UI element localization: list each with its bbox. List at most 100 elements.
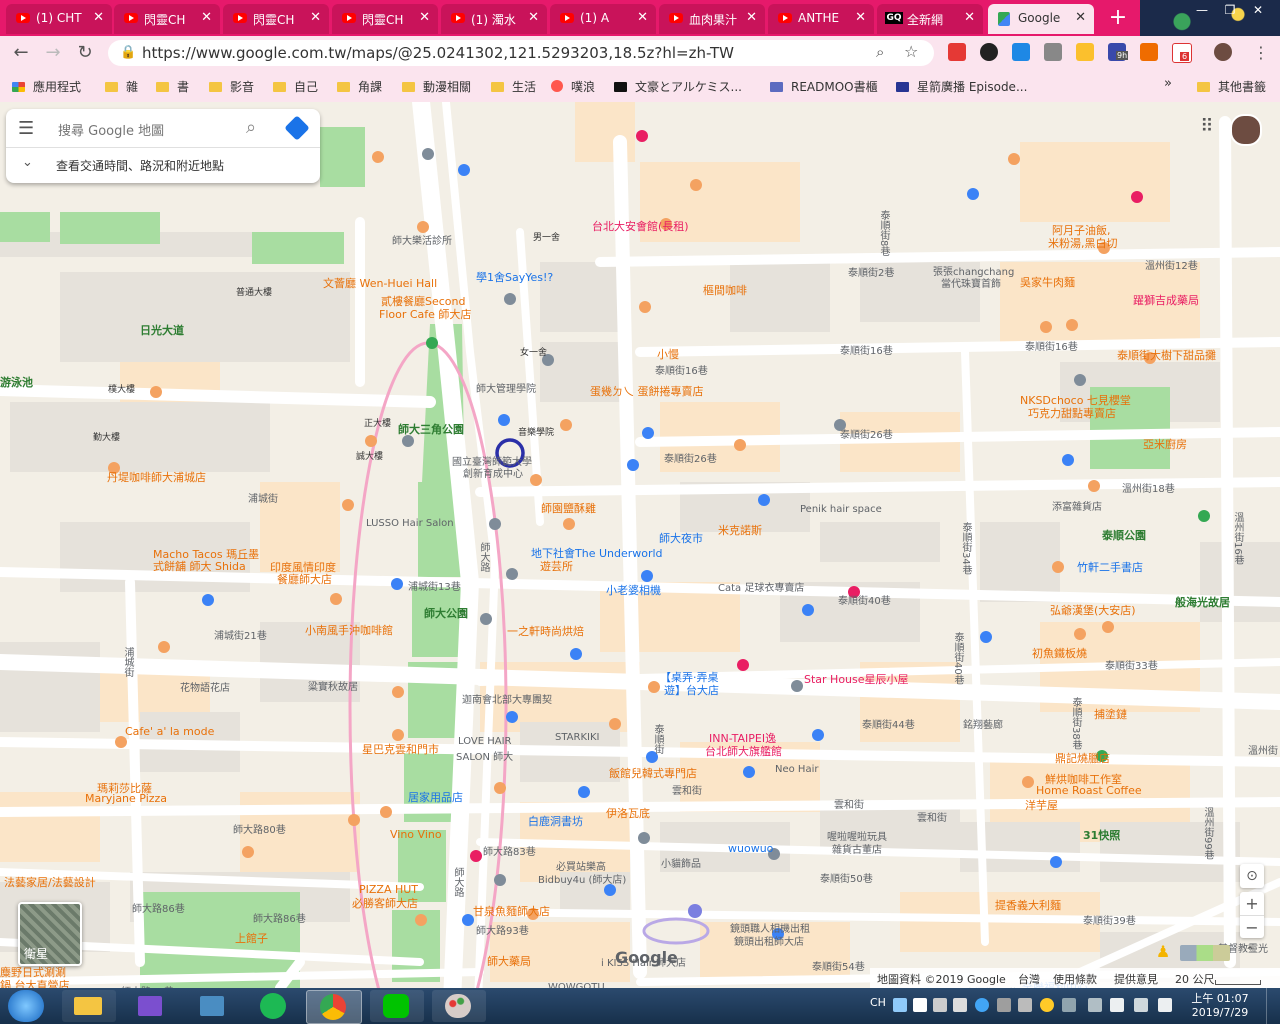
map-place-label[interactable]: wuowuo xyxy=(728,842,773,855)
map-place-label[interactable]: 小南風手沖咖啡館 xyxy=(305,622,393,638)
minimize-icon[interactable]: — xyxy=(1188,0,1216,20)
map-place-label[interactable]: 竹軒二手書店 xyxy=(1077,559,1143,575)
terms-link[interactable]: 使用條款 xyxy=(1053,971,1097,987)
map-place-label[interactable]: 泰順街40巷 xyxy=(838,592,891,607)
extension-ghost-icon[interactable] xyxy=(980,43,998,61)
volume-icon[interactable] xyxy=(1158,998,1172,1012)
map-place-label[interactable]: 師大公園 xyxy=(424,605,468,621)
map-place-label[interactable]: STARKIKI xyxy=(555,732,599,743)
account-avatar[interactable] xyxy=(1230,114,1262,146)
bookmark-bungo[interactable]: 文豪とアルケミス... xyxy=(614,78,742,95)
map-place-label[interactable]: 花物語花店 xyxy=(180,679,230,694)
bookmark-star-icon[interactable]: ☆ xyxy=(904,42,918,61)
map-place-label[interactable]: Cata 足球衣專賣店 xyxy=(718,579,804,594)
forward-arrow-icon[interactable]: → xyxy=(40,40,66,66)
tab-9[interactable]: GQ 全新網 ✕ xyxy=(877,4,983,34)
map-place-label[interactable]: 31快照 xyxy=(1083,827,1120,843)
menu-kebab-icon[interactable]: ⋮ xyxy=(1248,40,1274,66)
file-explorer-icon[interactable] xyxy=(62,990,116,1022)
ime-options-icon[interactable] xyxy=(997,998,1011,1012)
bookmark-podcast[interactable]: 星箭廣播 Episode... xyxy=(896,78,1027,95)
map-place-label[interactable]: 添富雜貨店 xyxy=(1052,498,1102,513)
close-icon[interactable]: ✕ xyxy=(419,10,430,25)
tray-expand-icon[interactable] xyxy=(1018,998,1032,1012)
map-place-label[interactable]: 弘爺漢堡(大安店) xyxy=(1050,602,1136,618)
clock[interactable]: 上午 01:07 2019/7/29 xyxy=(1188,990,1252,1019)
scale-label[interactable]: 20 公尺 xyxy=(1175,971,1215,987)
map-place-label[interactable]: LUSSO Hair Salon xyxy=(366,518,454,529)
bookmark-folder-7[interactable]: 生活 xyxy=(491,78,536,95)
map-place-label[interactable]: 遊】台大店 xyxy=(664,682,719,698)
map-place-label[interactable]: 溫州街12巷 xyxy=(1145,257,1198,272)
map-place-label[interactable]: 餐廳師大店 xyxy=(277,571,332,587)
map-place-label[interactable]: 居家用品店 xyxy=(408,789,463,805)
extension-calendar-icon[interactable]: 9h xyxy=(1108,43,1129,61)
map-place-label[interactable]: 正大樓 xyxy=(364,416,391,429)
close-icon[interactable]: ✕ xyxy=(93,10,104,25)
tab-8[interactable]: ANTHE ✕ xyxy=(768,4,874,34)
map-place-label[interactable]: 泰順街26巷 xyxy=(664,450,717,465)
map-place-label[interactable]: 師大藥局 xyxy=(487,953,531,969)
map-place-label[interactable]: 初魚鐵板燒 xyxy=(1032,645,1087,661)
bookmark-plurk[interactable]: 噗浪 xyxy=(551,78,595,95)
bookmark-folder-5[interactable]: 角課 xyxy=(337,78,382,95)
map-place-label[interactable]: 師大路86巷 xyxy=(132,900,185,915)
map-place-label[interactable]: 泰順街44巷 xyxy=(862,716,915,731)
chevron-down-icon[interactable]: ⌄ xyxy=(22,155,33,170)
map-place-label[interactable]: 般海光故居 xyxy=(1175,594,1230,610)
tab-10-active[interactable]: Google ✕ xyxy=(988,4,1094,34)
help-icon[interactable] xyxy=(975,998,989,1012)
map-place-label[interactable]: Vino Vino xyxy=(390,828,442,841)
input-mode-icon[interactable] xyxy=(913,998,927,1012)
map-place-label[interactable]: 泰順街39巷 xyxy=(1083,912,1136,927)
restore-icon[interactable]: ❐ xyxy=(1216,0,1244,20)
map-place-label[interactable]: 一之軒時尚烘焙 xyxy=(507,623,584,639)
pegman-icon[interactable]: ♟ xyxy=(1152,942,1174,964)
map-place-label[interactable]: 雲和街 xyxy=(917,809,947,824)
map-place-label[interactable]: 師大夜市 xyxy=(659,530,703,546)
bluetooth-icon[interactable] xyxy=(1062,998,1076,1012)
map-place-label[interactable]: 泰順街54巷 xyxy=(812,958,865,973)
bookmark-folder-3[interactable]: 影音 xyxy=(209,78,254,95)
bookmark-readmoo[interactable]: READMOO書櫃 xyxy=(770,78,878,95)
hamburger-menu-icon[interactable]: ☰ xyxy=(18,118,34,139)
back-arrow-icon[interactable]: ← xyxy=(8,40,34,66)
close-icon[interactable]: ✕ xyxy=(528,10,539,25)
map-place-label[interactable]: 泰順街2巷 xyxy=(848,264,894,279)
map-place-label[interactable]: 師大路93巷 xyxy=(476,922,529,937)
map-place-label[interactable]: 音樂學院 xyxy=(518,425,554,438)
map-place-label[interactable]: 必勝客師大店 xyxy=(352,895,418,911)
spotify-icon[interactable] xyxy=(248,990,302,1022)
map-place-label[interactable]: 洋芋屋 xyxy=(1025,797,1058,813)
close-icon[interactable]: ✕ xyxy=(964,10,975,25)
map-place-label[interactable]: 浦城街13巷 xyxy=(408,578,461,593)
tab-1[interactable]: (1) CHT ✕ xyxy=(6,4,112,34)
map-place-label[interactable]: 誠大樓 xyxy=(356,449,383,462)
map-place-label[interactable]: 台北師大旗艦館 xyxy=(705,743,782,759)
security-icon[interactable] xyxy=(1088,998,1102,1012)
map-place-label[interactable]: Neo Hair xyxy=(775,764,818,775)
map-place-label[interactable]: 小老婆相機 xyxy=(606,582,661,598)
map-place-label[interactable]: 伊洛瓦底 xyxy=(606,805,650,821)
map-place-label[interactable]: 鏡頭出租師大店 xyxy=(734,933,804,948)
line-icon[interactable] xyxy=(370,990,424,1022)
map-place-label[interactable]: 巧克力甜點專賣店 xyxy=(1028,405,1116,421)
tab-6[interactable]: (1) A ✕ xyxy=(550,4,656,34)
map-place-label[interactable]: 泰順街33巷 xyxy=(1105,657,1158,672)
map-place-label[interactable]: Home Roast Coffee xyxy=(1036,784,1142,797)
map-place-label[interactable]: 溫州街 xyxy=(1248,742,1278,757)
map-place-label[interactable]: 銘翔藝廊 xyxy=(963,716,1003,731)
map-place-label[interactable]: 遊芸所 xyxy=(540,558,573,574)
tab-7[interactable]: 血肉果汁 ✕ xyxy=(659,4,765,34)
map-place-label[interactable]: Star House星辰小屋 xyxy=(804,671,909,687)
map-place-label[interactable]: 丹堤咖啡師大浦城店 xyxy=(107,469,206,485)
directions-hint[interactable]: 查看交通時間、路況和附近地點 xyxy=(56,157,224,174)
bookmark-folder-2[interactable]: 書 xyxy=(156,78,189,95)
flag-icon[interactable] xyxy=(1110,998,1124,1012)
bookmark-folder-4[interactable]: 自己 xyxy=(273,78,318,95)
map-place-label[interactable]: LOVE HAIR xyxy=(458,736,512,747)
directions-icon[interactable] xyxy=(284,115,310,141)
map-place-label[interactable]: 師大三角公園 xyxy=(398,421,464,437)
map-place-label[interactable]: 白鹿洞書坊 xyxy=(528,813,583,829)
map-place-label[interactable]: 當代珠寶首飾 xyxy=(941,275,1001,290)
